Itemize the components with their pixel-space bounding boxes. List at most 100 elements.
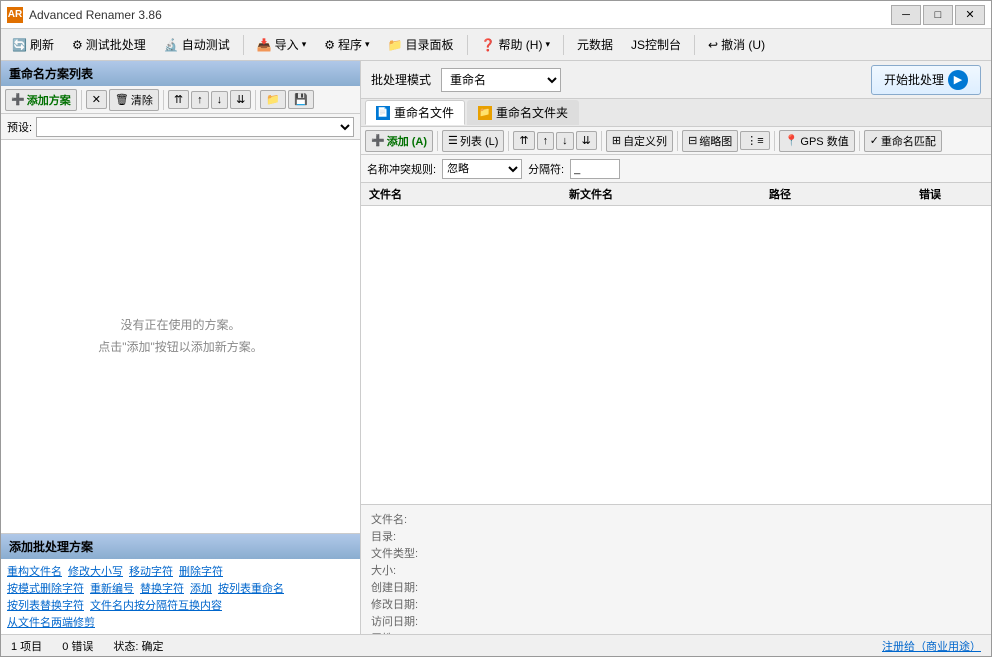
method-row-2: 按模式删除字符 重新编号 替换字符 添加 按列表重命名 [7,580,354,596]
rt-list-button[interactable]: ☰ 列表 (L) [442,130,504,152]
info-created-label: 创建日期: [371,579,431,595]
method-sep-swap[interactable]: 文件名内按分隔符互换内容 [90,597,222,613]
rt-sep-1 [437,131,438,151]
rt-up-top-button[interactable]: ⇈ [513,131,534,150]
menu-bar: 🔄 刷新 ⚙ 测试批处理 🔬 自动测试 📥 导入 ⚙ 程序 📁 目录面板 ❓ 帮… [1,29,991,61]
arrow-bottom-icon: ⇊ [236,93,245,106]
rt-up-button[interactable]: ↑ [537,132,555,150]
rt-custom-col-button[interactable]: ⊞ 自定义列 [606,130,673,152]
auto-test-icon: 🔬 [164,38,179,52]
method-list-replace[interactable]: 按列表替换字符 [7,597,84,613]
rt-arrow-bottom-icon: ⇊ [582,134,591,147]
delete-icon: ✕ [92,93,101,106]
save-button[interactable]: 💾 [288,90,314,109]
preset-select[interactable] [36,117,354,137]
method-renumber[interactable]: 重新编号 [90,580,134,596]
status-text: 状态: 确定 [113,638,163,654]
add-scheme-button[interactable]: ➕ 添加方案 [5,89,77,111]
info-modified-row: 修改日期: [371,596,981,612]
tb-sep-3 [255,90,256,110]
info-filetype-row: 文件类型: [371,545,981,561]
register-link[interactable]: 注册给（商业用途） [882,638,981,654]
info-size-row: 大小: [371,562,981,578]
rt-down-button[interactable]: ↓ [556,132,574,150]
rt-list-icon: ☰ [448,134,458,147]
move-down-button[interactable]: ↓ [211,91,229,109]
menu-help[interactable]: ❓ 帮助 (H) [474,33,557,56]
save-icon: 💾 [294,93,308,106]
program-icon: ⚙ [324,38,335,52]
method-list-rename[interactable]: 按列表重命名 [218,580,284,596]
batch-mode-bar: 批处理模式 重命名 开始批处理 ▶ [361,61,991,99]
rt-sep-5 [774,131,775,151]
method-change-case[interactable]: 修改大小写 [68,563,123,579]
rt-down-bottom-button[interactable]: ⇊ [576,131,597,150]
options-bar: 名称冲突规则: 忽略 覆盖 跳过 分隔符: [361,155,991,183]
method-reconstruct[interactable]: 重构文件名 [7,563,62,579]
menu-program[interactable]: ⚙ 程序 [317,33,376,56]
left-toolbar: ➕ 添加方案 ✕ 🗑 清除 ⇈ ↑ ↓ [1,86,360,114]
menu-dir-panel[interactable]: 📁 目录面板 [381,33,461,56]
menu-undo[interactable]: ↩ 撤消 (U) [701,33,772,56]
tab-rename-folders[interactable]: 📁 重命名文件夹 [467,100,579,125]
move-top-button[interactable]: ⇈ [168,90,189,109]
preset-label: 预设: [7,119,32,135]
tb-sep-2 [163,90,164,110]
method-pattern-delete[interactable]: 按模式删除字符 [7,580,84,596]
rt-add-button[interactable]: ➕ 添加 (A) [365,130,433,152]
rt-sort-button[interactable]: ⋮≡ [740,131,769,150]
scheme-list-empty: 没有正在使用的方案。 点击"添加"按钮以添加新方案。 [1,140,360,533]
rt-add-icon: ➕ [371,134,385,147]
left-bottom: 添加批处理方案 重构文件名 修改大小写 移动字符 删除字符 按模式删除字符 [1,533,360,634]
method-row-3: 按列表替换字符 文件名内按分隔符互换内容 [7,597,354,613]
conflict-select[interactable]: 忽略 覆盖 跳过 [442,159,522,179]
refresh-icon: 🔄 [12,38,27,52]
folder-button[interactable]: 📁 [260,90,286,109]
maximize-button[interactable]: □ [923,5,953,25]
delete-button[interactable]: ✕ [86,90,107,109]
app-icon: AR [7,7,23,23]
status-bar: 1 项目 0 错误 状态: 确定 注册给（商业用途） [1,634,991,656]
menu-js-console[interactable]: JS控制台 [624,33,688,56]
method-replace[interactable]: 替换字符 [140,580,184,596]
table-header: 文件名 新文件名 路径 错误 [361,183,991,206]
conflict-label: 名称冲突规则: [367,161,436,177]
separator-input[interactable] [570,159,620,179]
menu-refresh[interactable]: 🔄 刷新 [5,33,61,56]
file-tabs: 📄 重命名文件 📁 重命名文件夹 [361,99,991,127]
method-move-char[interactable]: 移动字符 [129,563,173,579]
rt-thumbnails-button[interactable]: ⊟ 缩略图 [682,130,738,152]
method-trim[interactable]: 从文件名两端修剪 [7,614,95,630]
file-icon: 📄 [376,106,390,120]
start-batch-button[interactable]: 开始批处理 ▶ [871,65,981,95]
move-up-button[interactable]: ↑ [191,91,209,109]
move-bottom-button[interactable]: ⇊ [230,90,251,109]
file-table-body[interactable] [361,206,991,504]
minimize-button[interactable]: ─ [891,5,921,25]
close-button[interactable]: ✕ [955,5,985,25]
tab-rename-files[interactable]: 📄 重命名文件 [365,100,465,125]
menu-metadata[interactable]: 元数据 [570,33,620,56]
preset-bar: 预设: [1,114,360,140]
empty-line1: 没有正在使用的方案。 点击"添加"按钮以添加新方案。 [98,315,263,358]
menu-separator-4 [694,35,695,55]
arrow-up-icon: ↑ [197,94,203,106]
rt-gps-icon: 📍 [785,134,799,147]
rt-rename-match-button[interactable]: ✓ 重命名匹配 [864,130,942,152]
menu-auto-test[interactable]: 🔬 自动测试 [157,33,237,56]
method-delete-char[interactable]: 删除字符 [179,563,223,579]
batch-mode-select[interactable]: 重命名 [441,68,561,92]
main-area: 重命名方案列表 ➕ 添加方案 ✕ 🗑 清除 ⇈ [1,61,991,634]
info-dir-row: 目录: [371,528,981,544]
col-new-filename: 新文件名 [565,185,765,203]
title-bar-controls: ─ □ ✕ [891,5,985,25]
col-error: 错误 [915,185,987,203]
menu-import[interactable]: 📥 导入 [250,33,314,56]
separator-label: 分隔符: [528,161,564,177]
clear-button[interactable]: 🗑 清除 [109,89,159,111]
method-add[interactable]: 添加 [190,580,212,596]
dir-panel-icon: 📁 [388,38,403,52]
method-row-4: 从文件名两端修剪 [7,614,354,630]
rt-gps-button[interactable]: 📍 GPS 数值 [779,130,855,152]
menu-test-batch[interactable]: ⚙ 测试批处理 [65,33,153,56]
